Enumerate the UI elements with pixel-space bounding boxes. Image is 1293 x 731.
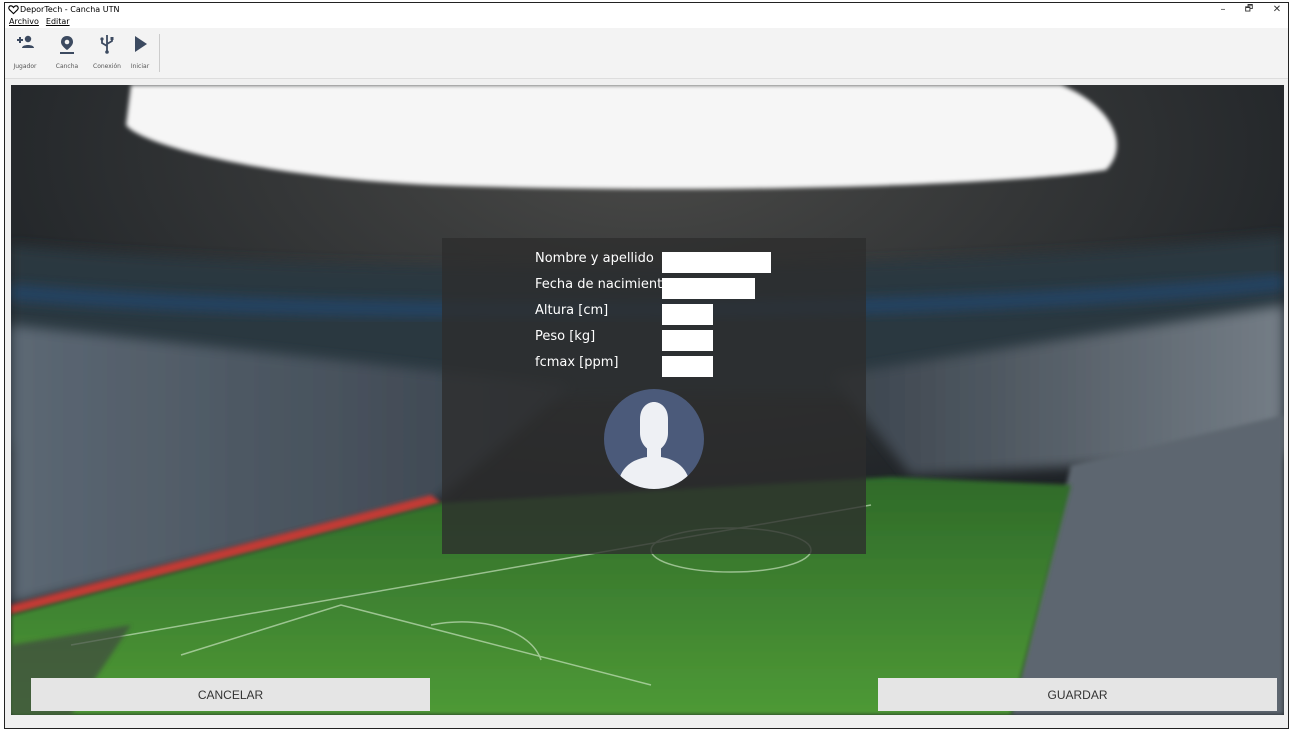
map-pin-icon xyxy=(60,36,74,54)
fcmax-input[interactable] xyxy=(662,356,713,377)
nombre-input[interactable] xyxy=(662,252,771,273)
toolbar-iniciar-label: Iniciar xyxy=(130,63,150,70)
menu-archivo[interactable]: Archivo xyxy=(9,17,39,26)
minimize-button[interactable]: – xyxy=(1213,3,1233,16)
label-altura: Altura [cm] xyxy=(535,303,609,318)
fecha-nacimiento-input[interactable] xyxy=(662,278,755,299)
toolbar-jugador-label: Jugador xyxy=(13,63,37,70)
save-button[interactable]: GUARDAR xyxy=(878,678,1277,711)
label-nombre: Nombre y apellido xyxy=(535,251,654,266)
play-icon xyxy=(135,36,147,52)
close-button[interactable]: ✕ xyxy=(1267,3,1287,16)
restore-button[interactable]: 🗗 xyxy=(1239,3,1259,16)
status-strip xyxy=(5,715,1288,728)
menu-bar: Archivo Editar xyxy=(5,16,1288,28)
window-title: DeporTech - Cancha UTN xyxy=(20,5,120,14)
toolbar-iniciar-button[interactable]: Iniciar xyxy=(123,31,157,75)
toolbar-separator xyxy=(159,34,160,72)
cancel-button[interactable]: CANCELAR xyxy=(31,678,430,711)
usb-icon xyxy=(100,35,114,54)
toolbar-cancha-button[interactable]: Cancha xyxy=(50,31,84,75)
heart-icon xyxy=(8,5,19,15)
player-form-panel: Nombre y apellido Fecha de nacimiento Al… xyxy=(442,238,866,554)
peso-input[interactable] xyxy=(662,330,713,351)
menu-editar[interactable]: Editar xyxy=(46,17,70,26)
title-bar: DeporTech - Cancha UTN – 🗗 ✕ xyxy=(5,3,1288,16)
stadium-background: Nombre y apellido Fecha de nacimiento Al… xyxy=(11,85,1284,715)
add-user-icon xyxy=(17,35,34,48)
app-window: DeporTech - Cancha UTN – 🗗 ✕ Archivo Edit… xyxy=(4,2,1289,729)
user-avatar-icon[interactable] xyxy=(604,389,704,489)
toolbar-cancha-label: Cancha xyxy=(55,63,79,70)
label-fecha-nacimiento: Fecha de nacimiento xyxy=(535,277,671,292)
toolbar-jugador-button[interactable]: Jugador xyxy=(8,31,42,75)
label-peso: Peso [kg] xyxy=(535,329,596,344)
toolbar: Jugador Cancha Conexión Iniciar xyxy=(5,28,1288,79)
altura-input[interactable] xyxy=(662,304,713,325)
label-fcmax: fcmax [ppm] xyxy=(535,355,619,370)
